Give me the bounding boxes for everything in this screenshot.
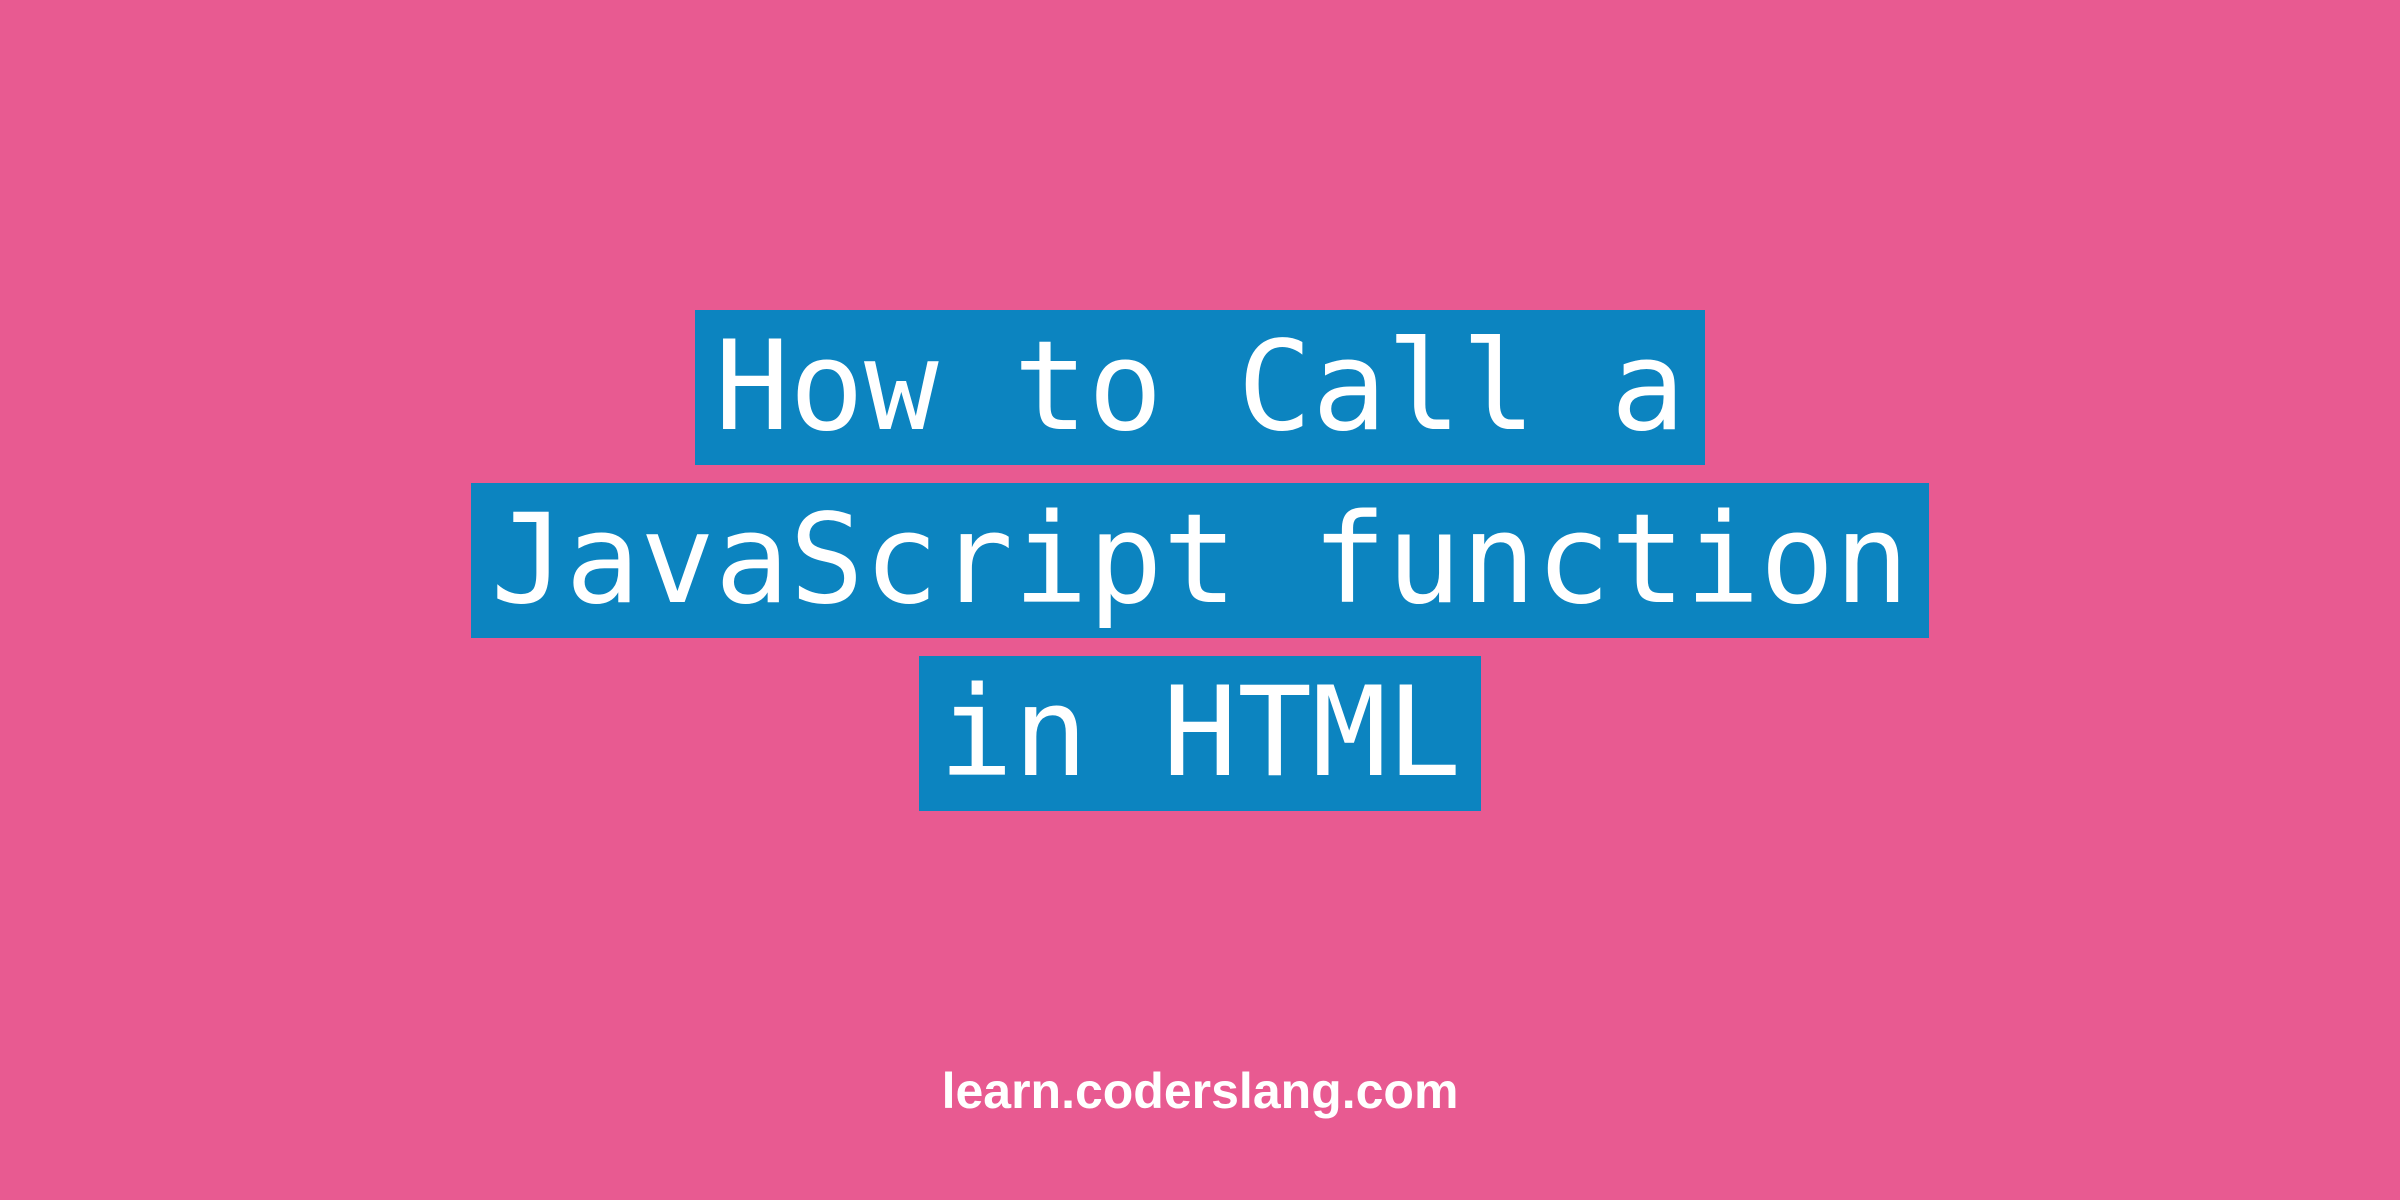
title-line-3: in HTML xyxy=(919,656,1482,811)
page-title: How to Call a JavaScript function in HTM… xyxy=(471,310,1929,811)
title-line-2: JavaScript function xyxy=(471,483,1929,638)
title-line-1: How to Call a xyxy=(695,310,1706,465)
footer-site-url: learn.coderslang.com xyxy=(0,1062,2400,1120)
